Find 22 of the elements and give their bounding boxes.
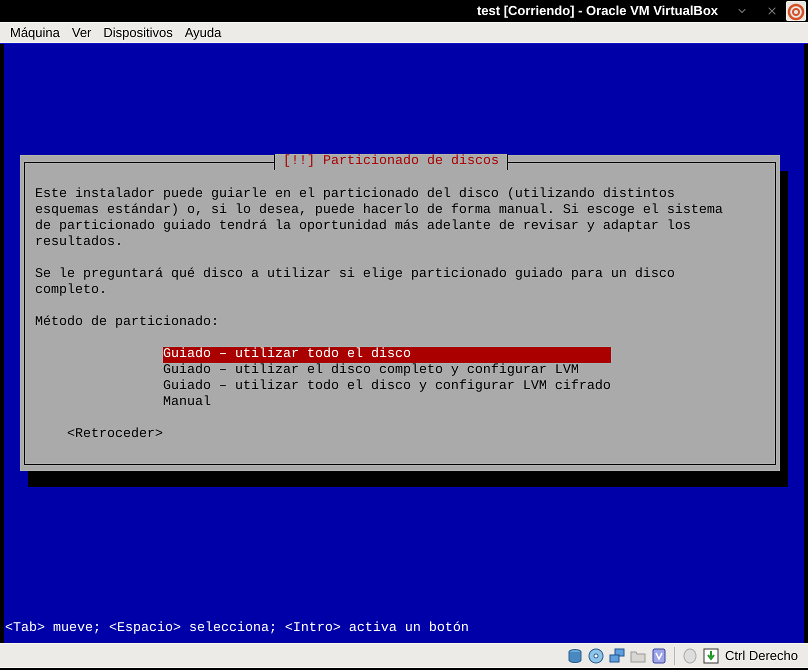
usb-icon[interactable]	[650, 646, 668, 664]
close-icon[interactable]	[766, 5, 778, 17]
keyboard-capture-icon[interactable]	[702, 646, 720, 664]
key-hint: <Tab> mueve; <Espacio> selecciona; <Intro> activa un botón	[5, 621, 469, 636]
back-button[interactable]: <Retroceder>	[67, 427, 163, 443]
menu-item[interactable]: Ayuda	[184, 22, 222, 42]
menu-option[interactable]: Guiado – utilizar todo el disco y configurar LVM cifrado	[163, 379, 611, 395]
host-key-label: Ctrl Derecho	[725, 646, 798, 665]
menu-item[interactable]: Dispositivos	[103, 22, 173, 42]
menu-option[interactable]: Manual	[163, 395, 611, 411]
menu-option[interactable]: Guiado – utilizar el disco completo y configurar LVM	[163, 363, 611, 379]
menu-item[interactable]: Máquina	[10, 22, 60, 42]
description-text: Se le preguntará qué disco a utilizar si elige particionado guiado para un disco completo.	[35, 267, 676, 299]
description-text: Este instalador puede guiarle en el particionado del disco (utilizando distintos esquemas estándar) o, si lo desea, puede hacerlo de forma manual. Si escoge el sistema de particionado guiado tendrá la oportunidad más adelante de revisar y adaptar los resultados.	[35, 187, 724, 251]
hard-disk-icon[interactable]	[566, 646, 584, 664]
menu-item[interactable]: Ver	[72, 22, 92, 42]
optical-disc-icon[interactable]	[587, 646, 606, 664]
prompt-text: Método de particionado:	[35, 315, 220, 331]
window-title: test [Corriendo] - Oracle VM VirtualBox	[476, 2, 718, 20]
network-icon[interactable]	[608, 646, 626, 664]
menu-option[interactable]: Guiado – utilizar todo el disco	[163, 347, 611, 363]
dialog-title: [!!] Particionado de discos	[274, 154, 508, 170]
